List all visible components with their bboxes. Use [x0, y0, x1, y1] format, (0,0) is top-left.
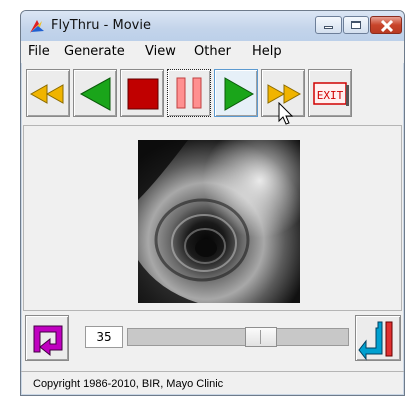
double-left-arrow-icon: [29, 84, 64, 104]
window-title: FlyThru - Movie: [51, 18, 151, 33]
menu-file[interactable]: File: [28, 44, 50, 59]
pause-button[interactable]: [167, 69, 211, 117]
bounce-arrow-icon: [358, 321, 393, 361]
bounce-mode-button[interactable]: [355, 315, 401, 361]
movie-viewer: [23, 125, 402, 311]
exit-icon: EXIT: [313, 82, 349, 106]
movie-frame: [138, 140, 300, 303]
rewind-button[interactable]: [26, 69, 70, 117]
mouse-cursor-icon: [278, 102, 294, 125]
loop-arrow-icon: [33, 325, 63, 357]
menu-help[interactable]: Help: [252, 44, 282, 59]
copyright-text: Copyright 1986-2010, BIR, Mayo Clinic: [33, 378, 224, 390]
title-bar[interactable]: FlyThru - Movie: [21, 11, 404, 41]
play-backward-button[interactable]: [73, 69, 117, 117]
exit-button[interactable]: EXIT: [308, 69, 352, 117]
playback-controls: 35: [21, 315, 404, 365]
left-triangle-icon: [79, 77, 111, 111]
close-icon: [380, 20, 394, 32]
playback-toolbar: EXIT: [21, 65, 404, 127]
frame-slider[interactable]: [127, 327, 349, 347]
play-forward-button[interactable]: [214, 69, 258, 117]
menu-generate[interactable]: Generate: [64, 44, 125, 59]
exit-label: EXIT: [317, 89, 344, 102]
pause-bars-icon: [176, 77, 202, 109]
app-icon: [30, 20, 44, 33]
close-button[interactable]: [370, 16, 402, 34]
menu-bar: File Generate View Other Help: [21, 41, 404, 63]
menu-other[interactable]: Other: [194, 44, 231, 59]
right-triangle-icon: [224, 77, 255, 111]
slider-thumb[interactable]: [245, 327, 277, 347]
app-window: FlyThru - Movie File Generate View Other…: [20, 10, 405, 396]
loop-mode-button[interactable]: [25, 315, 69, 361]
stop-button[interactable]: [120, 69, 164, 117]
stop-square-icon: [127, 78, 159, 110]
maximize-button[interactable]: [343, 16, 369, 34]
minimize-button[interactable]: [315, 16, 342, 34]
status-bar: Copyright 1986-2010, BIR, Mayo Clinic: [21, 371, 404, 395]
frame-number-field[interactable]: 35: [85, 326, 123, 348]
menu-view[interactable]: View: [145, 44, 176, 59]
